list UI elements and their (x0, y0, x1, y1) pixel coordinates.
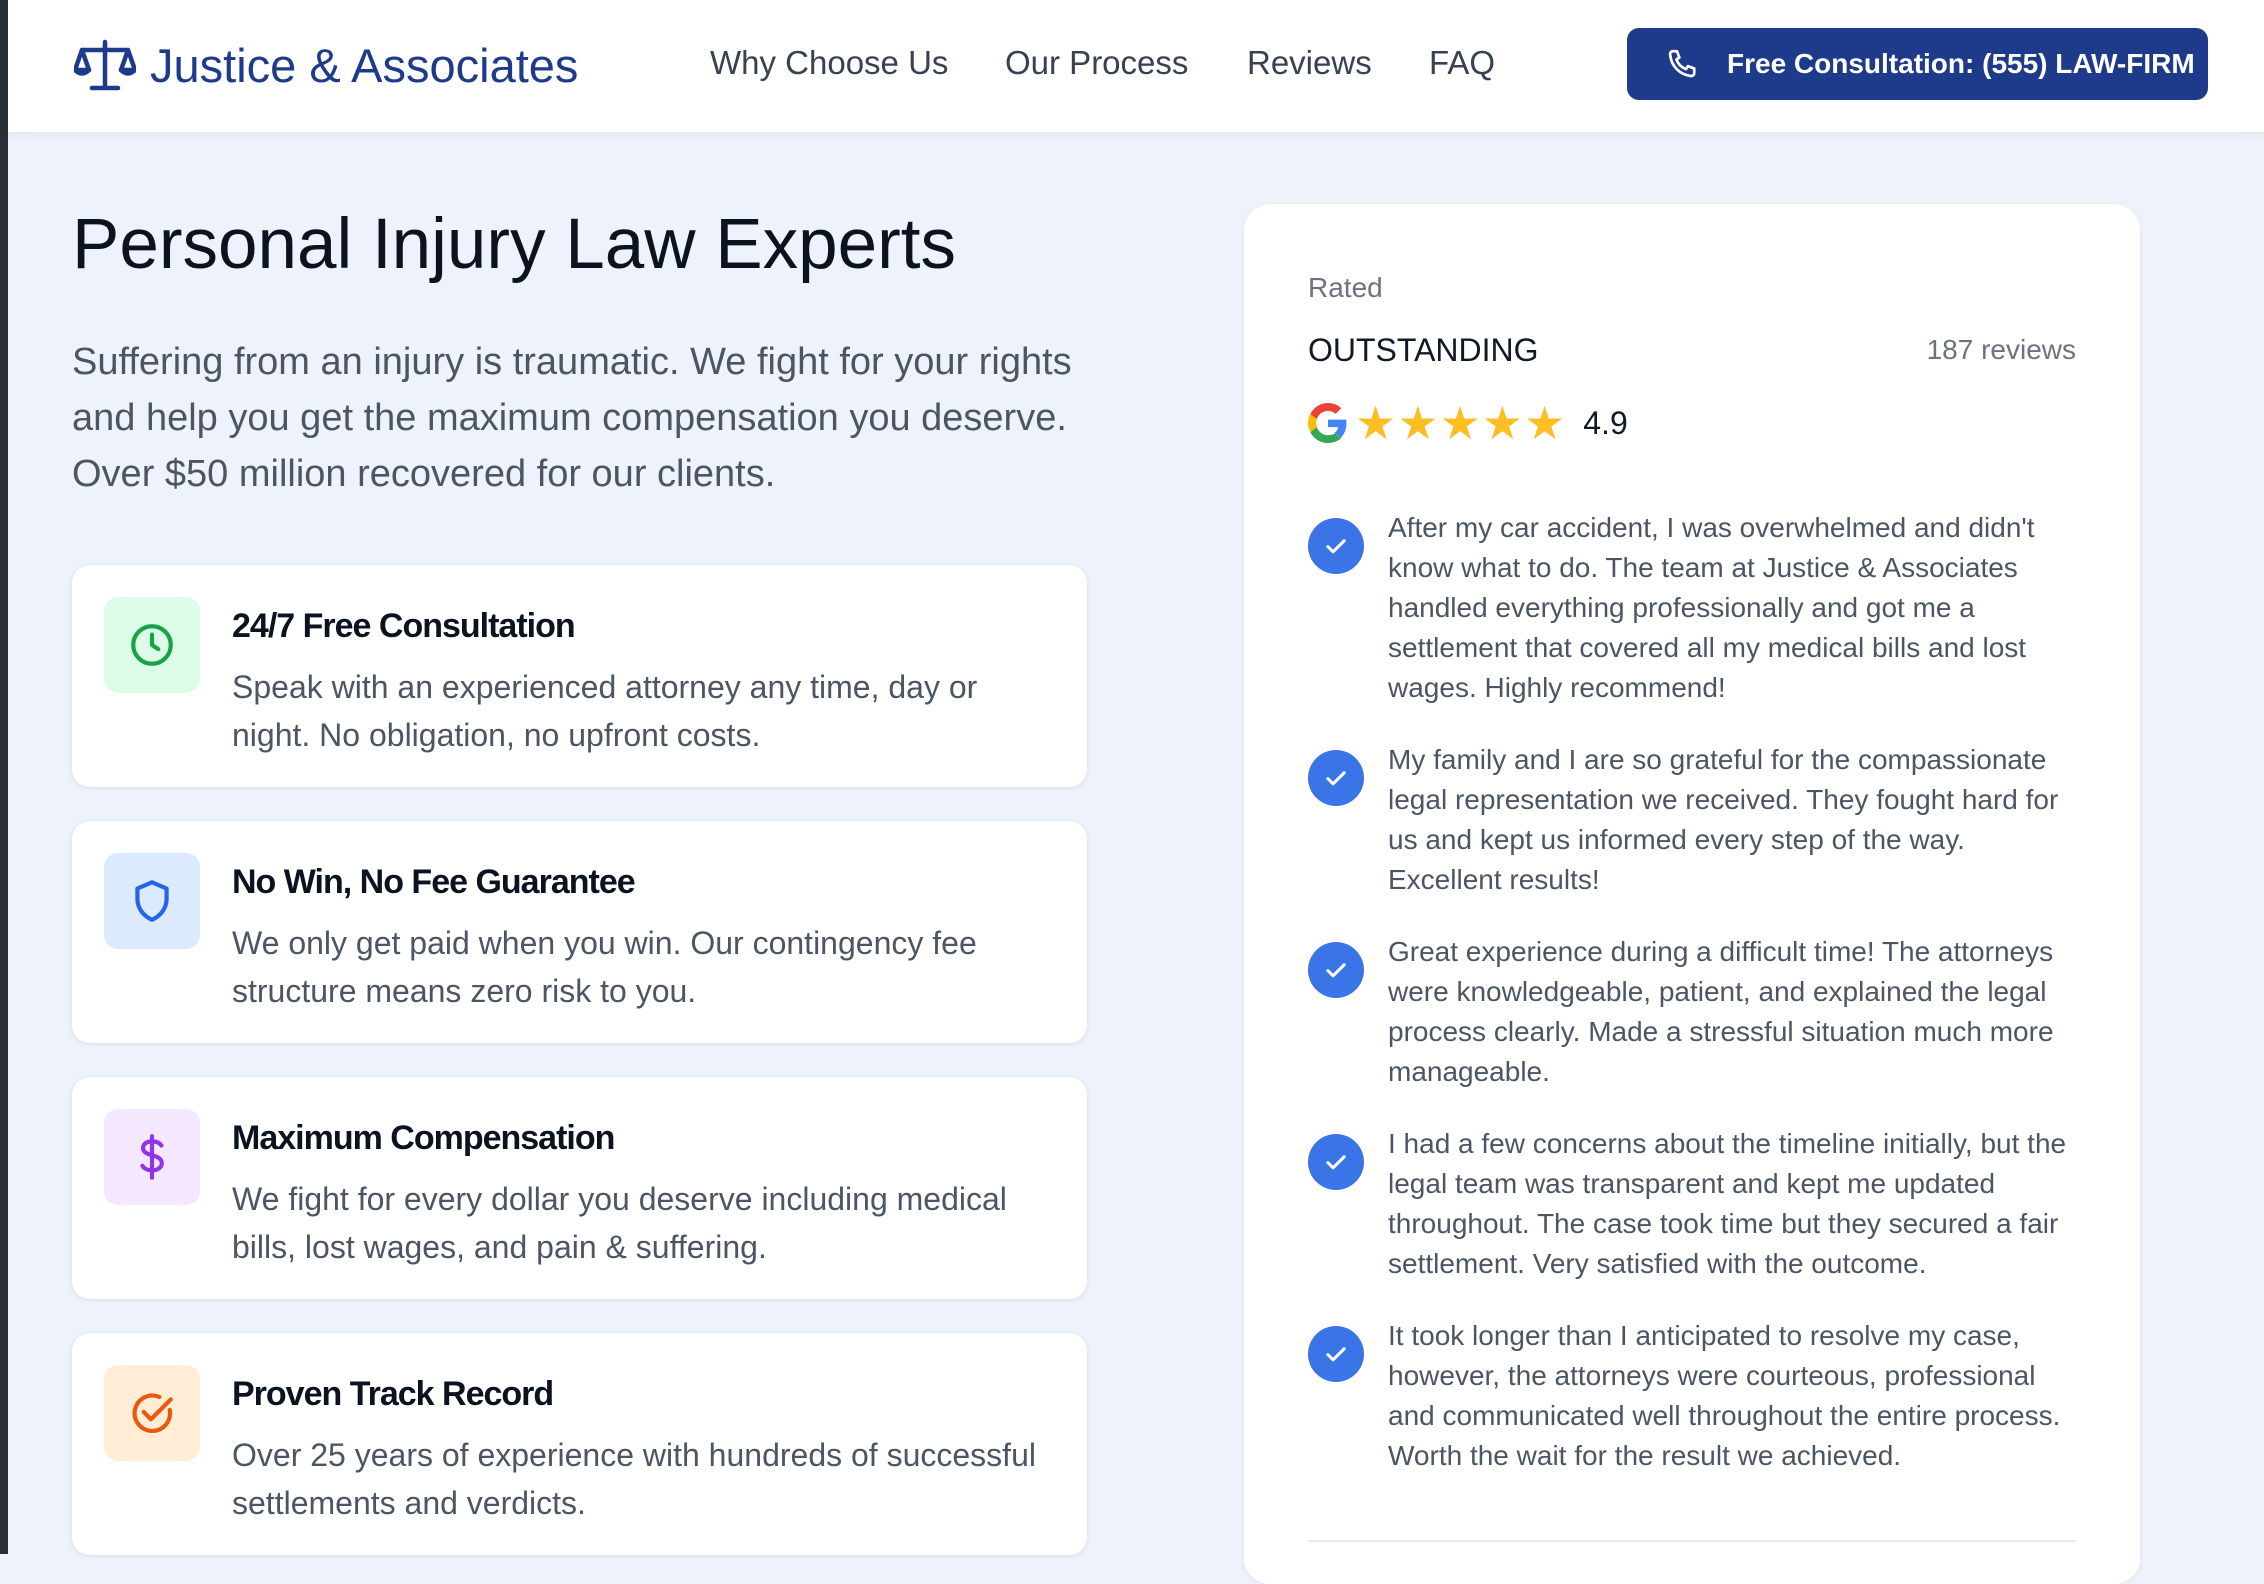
clock-icon (131, 624, 173, 666)
feature-card-compensation: Maximum Compensation We fight for every … (72, 1077, 1087, 1299)
feature-card-track-record: Proven Track Record Over 25 years of exp… (72, 1333, 1087, 1555)
cta-label: Free Consultation: (555) LAW-FIRM (1727, 48, 2195, 79)
feature-description: Speak with an experienced attorney any t… (232, 669, 978, 753)
nav-faq[interactable]: FAQ (1429, 44, 1495, 82)
review-text: I had a few concerns about the timeline … (1388, 1128, 2067, 1279)
brand-logo[interactable]: Justice & Associates (74, 30, 578, 100)
star-icon: ★ (1524, 397, 1566, 449)
feature-icon-box (104, 853, 200, 949)
nav-reviews[interactable]: Reviews (1247, 44, 1372, 82)
reviews-card: Rated OUTSTANDING 187 reviews ★ ★ ★ ★ ★ … (1244, 204, 2140, 1584)
check-badge (1308, 1134, 1364, 1190)
dollar-icon (140, 1134, 164, 1180)
feature-description: Over 25 years of experience with hundred… (232, 1437, 1036, 1521)
check-badge (1308, 1326, 1364, 1382)
review-text: My family and I are so grateful for the … (1388, 744, 2059, 895)
feature-title: No Win, No Fee Guarantee (232, 863, 636, 901)
checkmark-icon (1326, 539, 1346, 554)
review-text: It took longer than I anticipated to res… (1388, 1320, 2061, 1471)
hero-title: Personal Injury Law Experts (72, 205, 956, 284)
check-circle-icon (132, 1393, 173, 1434)
divider (1308, 1540, 2076, 1542)
scales-icon (74, 39, 136, 91)
star-icon: ★ (1355, 397, 1397, 449)
feature-icon-box (104, 1365, 200, 1461)
star-rating: ★ ★ ★ ★ ★ (1354, 400, 1565, 446)
checkmark-icon (1326, 963, 1346, 978)
review-text: After my car accident, I was overwhelmed… (1388, 512, 2035, 703)
feature-card-consultation: 24/7 Free Consultation Speak with an exp… (72, 565, 1087, 787)
rating-score: 4.9 (1583, 404, 1628, 441)
review-count[interactable]: 187 reviews (1927, 334, 2076, 366)
nav-our-process[interactable]: Our Process (1005, 44, 1188, 82)
feature-title: Proven Track Record (232, 1375, 554, 1413)
rating-row: ★ ★ ★ ★ ★ 4.9 (1308, 398, 1628, 448)
nav-why-choose-us[interactable]: Why Choose Us (710, 44, 948, 82)
window-edge (0, 0, 8, 1554)
star-icon: ★ (1481, 397, 1523, 449)
free-consultation-button[interactable]: Free Consultation: (555) LAW-FIRM (1627, 28, 2208, 100)
feature-title: 24/7 Free Consultation (232, 607, 576, 645)
checkmark-icon (1326, 1155, 1346, 1170)
star-icon: ★ (1439, 397, 1481, 449)
feature-icon-box (104, 1109, 200, 1205)
shield-icon (135, 880, 169, 922)
rating-word: OUTSTANDING (1308, 332, 1539, 368)
check-badge (1308, 518, 1364, 574)
brand-name: Justice & Associates (150, 38, 579, 92)
check-badge (1308, 942, 1364, 998)
checkmark-icon (1326, 771, 1346, 786)
feature-description: We only get paid when you win. Our conti… (232, 925, 977, 1009)
review-text: Great experience during a difficult time… (1388, 936, 2054, 1087)
feature-icon-box (104, 597, 200, 693)
google-icon (1308, 403, 1347, 443)
star-icon: ★ (1397, 397, 1439, 449)
feature-title: Maximum Compensation (232, 1119, 615, 1157)
check-badge (1308, 750, 1364, 806)
site-header: Justice & Associates Why Choose Us Our P… (8, 0, 2264, 132)
rated-label: Rated (1308, 272, 1383, 303)
feature-description: We fight for every dollar you deserve in… (232, 1181, 1007, 1265)
phone-icon (1668, 49, 1696, 78)
hero-text: Suffering from an injury is traumatic. W… (72, 341, 1072, 495)
checkmark-icon (1326, 1347, 1346, 1362)
feature-card-guarantee: No Win, No Fee Guarantee We only get pai… (72, 821, 1087, 1043)
